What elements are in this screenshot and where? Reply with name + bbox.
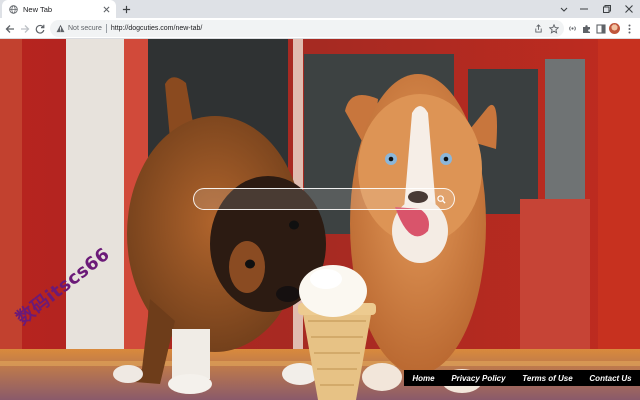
address-bar[interactable]: Not secure http://dogcuties.com/new-tab/ [50,20,564,37]
minimize-icon[interactable] [573,0,595,18]
footer-links-bar: Home Privacy Policy Terms of Use Contact… [404,370,640,386]
menu-kebab-icon[interactable] [623,22,636,35]
tab-new-tab[interactable]: New Tab [2,0,116,18]
new-tab-page: 数码itscs66 Home Privacy Policy Terms of U… [0,39,640,400]
warning-icon [56,24,65,33]
side-panel-icon[interactable] [594,22,607,35]
profile-avatar[interactable] [609,23,620,34]
puppies-background-image [0,39,640,400]
restore-icon[interactable] [596,0,618,18]
share-icon[interactable] [532,23,544,35]
search-input[interactable] [194,189,432,209]
media-icon[interactable] [566,22,579,35]
url-text[interactable]: http://dogcuties.com/new-tab/ [111,25,532,32]
footer-link-terms[interactable]: Terms of Use [522,374,572,383]
search-icon[interactable] [432,190,450,208]
close-window-icon[interactable] [618,0,640,18]
tab-close-icon[interactable] [100,3,112,15]
tab-strip: New Tab [0,0,640,18]
tab-title: New Tab [23,4,53,14]
security-label[interactable]: Not secure [68,25,102,32]
extensions-puzzle-icon[interactable] [580,22,593,35]
address-separator [105,24,107,33]
reload-icon[interactable] [33,22,47,36]
tab-search-chevron-icon[interactable] [553,0,575,18]
footer-link-home[interactable]: Home [412,374,434,383]
bookmark-star-icon[interactable] [548,23,560,35]
forward-arrow-icon[interactable] [18,22,32,36]
globe-icon [9,4,18,14]
back-arrow-icon[interactable] [3,22,17,36]
footer-link-privacy[interactable]: Privacy Policy [451,374,505,383]
search-box[interactable] [193,188,455,210]
footer-link-contact[interactable]: Contact Us [589,374,631,383]
new-tab-plus-icon[interactable] [120,3,132,15]
browser-toolbar: Not secure http://dogcuties.com/new-tab/ [0,18,640,39]
